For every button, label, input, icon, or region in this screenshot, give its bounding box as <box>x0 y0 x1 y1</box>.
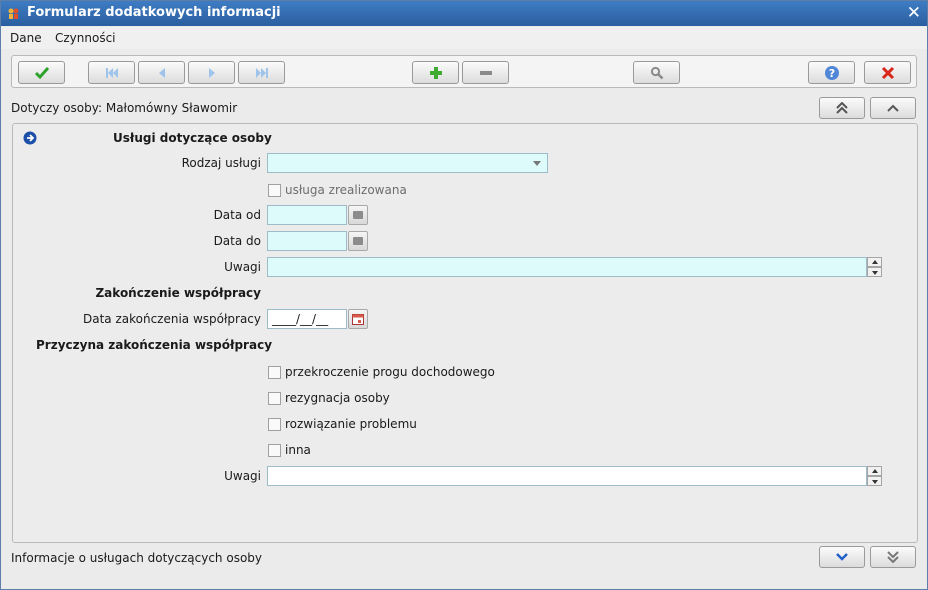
remove-icon <box>479 70 492 75</box>
reason-label-other: inna <box>285 443 311 457</box>
close-icon[interactable]: ✕ <box>907 3 921 23</box>
reason-checkbox-resignation[interactable] <box>268 392 281 405</box>
double-chevron-up-icon <box>836 102 848 114</box>
date-to-input[interactable] <box>267 231 347 251</box>
double-chevron-down-icon <box>887 551 899 563</box>
collapse-up-button[interactable] <box>819 97 865 119</box>
end-date-input[interactable]: ____/__/__ <box>267 309 347 329</box>
section-reason-heading: Przyczyna zakończenia współpracy <box>36 338 273 352</box>
spin-down-icon[interactable] <box>867 267 882 277</box>
calendar-icon <box>352 314 364 325</box>
reason-checkbox-other[interactable] <box>268 444 281 457</box>
scroll-up-button[interactable] <box>870 97 916 119</box>
svg-text:?: ? <box>828 67 834 80</box>
app-icon <box>8 8 19 19</box>
notes-label: Uwagi <box>224 260 261 274</box>
expand-down-button[interactable] <box>870 546 916 568</box>
notes-spinner[interactable] <box>867 257 882 277</box>
reason-label-income: przekroczenie progu dochodowego <box>285 365 495 379</box>
menu-bar: Dane Czynności <box>1 27 927 49</box>
service-type-select[interactable] <box>267 153 548 173</box>
remove-button[interactable] <box>462 61 509 84</box>
window-title: Formularz dodatkowych informacji <box>27 5 281 20</box>
chevron-up-icon <box>887 104 899 112</box>
notes-input[interactable] <box>267 257 867 277</box>
reason-label-solved: rozwiązanie problemu <box>285 417 417 431</box>
search-button[interactable] <box>633 61 680 84</box>
next-record-button[interactable] <box>188 61 235 84</box>
end-date-label: Data zakończenia współpracy <box>82 312 261 326</box>
section-end-heading: Zakończenie współpracy <box>95 286 261 300</box>
add-button[interactable] <box>412 61 459 84</box>
scroll-down-button[interactable] <box>819 546 865 568</box>
menu-czynnosci[interactable]: Czynności <box>55 31 116 45</box>
cancel-icon <box>881 66 894 79</box>
accept-button[interactable] <box>18 61 65 84</box>
reason-label-resignation: rezygnacja osoby <box>285 391 390 405</box>
reason-checkbox-solved[interactable] <box>268 418 281 431</box>
service-realized-label: usługa zrealizowana <box>285 183 407 197</box>
date-from-input[interactable] <box>267 205 347 225</box>
next-record-icon <box>208 67 215 78</box>
help-button[interactable]: ? <box>808 61 855 84</box>
spin-up-icon[interactable] <box>867 257 882 267</box>
last-record-button[interactable] <box>238 61 285 84</box>
service-realized-checkbox[interactable] <box>268 184 281 197</box>
add-icon <box>429 66 442 79</box>
previous-record-icon <box>158 67 165 78</box>
date-from-calendar-button[interactable] <box>348 205 368 225</box>
notes2-input[interactable] <box>267 466 867 486</box>
last-record-icon <box>255 67 268 78</box>
notes2-spinner[interactable] <box>867 466 882 486</box>
notes2-label: Uwagi <box>224 469 261 483</box>
arrow-right-icon <box>23 131 37 145</box>
toolbar: ? <box>11 55 917 88</box>
calendar-icon <box>353 237 363 245</box>
help-icon: ? <box>824 65 839 80</box>
spin-up-icon[interactable] <box>867 466 882 476</box>
date-to-calendar-button[interactable] <box>348 231 368 251</box>
spin-down-icon[interactable] <box>867 476 882 486</box>
menu-dane[interactable]: Dane <box>10 31 42 45</box>
first-record-button[interactable] <box>88 61 135 84</box>
person-label: Dotyczy osoby: Małomówny Sławomir <box>11 101 238 115</box>
chevron-down-icon <box>836 553 848 561</box>
title-bar: Formularz dodatkowych informacji ✕ <box>1 1 927 26</box>
check-icon <box>34 66 49 79</box>
status-label: Informacje o usługach dotyczących osoby <box>11 551 263 565</box>
cancel-button[interactable] <box>864 61 911 84</box>
date-from-label: Data od <box>213 208 261 222</box>
end-date-calendar-button[interactable] <box>348 309 368 329</box>
reason-checkbox-income[interactable] <box>268 366 281 379</box>
calendar-icon <box>353 211 363 219</box>
section-services-heading: Usługi dotyczące osoby <box>113 131 272 145</box>
form-window: Formularz dodatkowych informacji ✕ Dane … <box>0 0 928 590</box>
search-icon <box>650 66 663 79</box>
first-record-icon <box>105 67 118 78</box>
chevron-down-icon <box>533 161 541 166</box>
service-type-label: Rodzaj usługi <box>181 156 261 170</box>
date-to-label: Data do <box>213 234 261 248</box>
previous-record-button[interactable] <box>138 61 185 84</box>
form-panel: Usługi dotyczące osoby Rodzaj usługi usł… <box>12 123 918 543</box>
